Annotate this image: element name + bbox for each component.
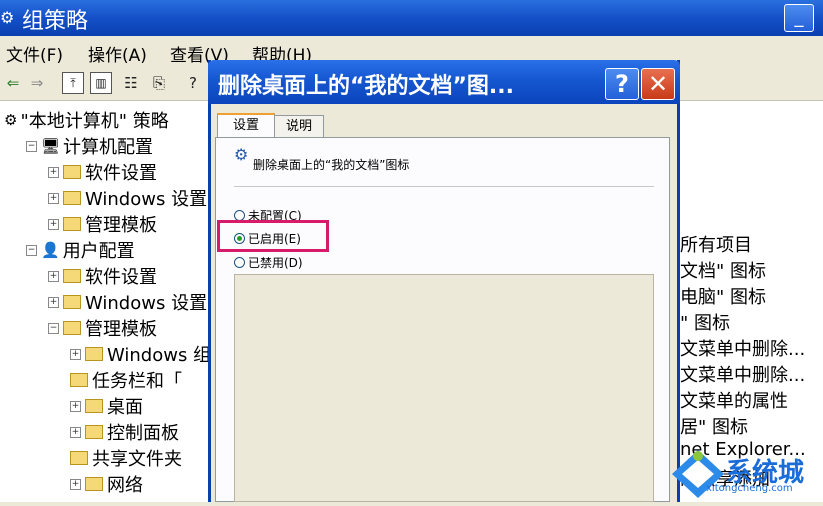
tree-item[interactable]: + Windows 组 [70, 341, 211, 367]
tree-item-label: 计算机配置 [63, 137, 154, 158]
tree-item[interactable]: 任务栏和「 [70, 367, 182, 393]
tree-item-label: 共享文件夹 [92, 449, 182, 470]
tab-settings[interactable]: 设置 [217, 113, 275, 137]
tree-item-label: 管理模板 [85, 215, 157, 236]
tree-item-label: 用户配置 [62, 241, 135, 262]
tree-item[interactable]: + 控制面板 [70, 419, 179, 445]
expand-icon[interactable]: + [70, 478, 81, 490]
collapse-icon[interactable]: − [26, 244, 37, 256]
divider [234, 186, 654, 187]
tree-item-label: 管理模板 [85, 319, 157, 340]
main-titlebar [0, 0, 823, 36]
folder-icon [85, 477, 103, 491]
tree-item[interactable]: + Windows 设置 [48, 289, 207, 315]
expand-icon[interactable]: + [48, 166, 59, 178]
setting-row[interactable]: 所有项目 [680, 231, 752, 257]
tree-item-label: 控制面板 [107, 423, 179, 444]
user-icon: 👤 [41, 241, 60, 259]
expand-icon[interactable]: + [48, 192, 59, 204]
folder-icon [63, 217, 81, 231]
menu-action[interactable]: 操作(A) [88, 41, 147, 66]
tree-item[interactable]: + Windows 设置 [48, 185, 207, 211]
expand-icon[interactable]: + [70, 348, 81, 360]
tree-item-label: 网络 [107, 475, 143, 496]
export-icon[interactable]: ⎘ [148, 72, 170, 94]
folder-icon [70, 373, 88, 387]
expand-icon[interactable]: + [70, 426, 81, 438]
folder-icon [63, 165, 81, 179]
show-tree-icon[interactable]: ▥ [90, 72, 112, 94]
expand-icon[interactable]: + [48, 296, 59, 308]
tree-item-label: Windows 设置 [85, 293, 208, 314]
dialog-title: 删除桌面上的“我的文档”图... [218, 74, 514, 99]
dialog-help-button[interactable]: ? [605, 68, 639, 100]
forward-icon[interactable]: ⇒ [26, 72, 48, 94]
up-folder-icon[interactable]: ⤒ [62, 72, 84, 94]
computer-icon: 🖥 [41, 137, 61, 155]
expand-icon[interactable]: + [70, 400, 81, 412]
tree-item-label: 任务栏和「 [92, 371, 182, 392]
tree-item[interactable]: + 管理模板 [48, 211, 157, 237]
setting-row[interactable]: " 图标 [680, 309, 730, 335]
minimize-button[interactable]: _ [784, 4, 814, 32]
setting-row[interactable]: 文菜单中删除... [680, 335, 805, 361]
tree-pane: ⚙ "本地计算机" 策略 − 🖥 计算机配置 + 软件设置 + Windows 设置 + 管理模板 −… [0, 101, 211, 502]
expand-icon[interactable]: + [48, 270, 59, 282]
tree-item[interactable]: + 软件设置 [48, 159, 157, 185]
gpedit-icon: ⚙ [0, 8, 15, 27]
tree-item[interactable]: − 🖥 计算机配置 [26, 133, 153, 159]
radio-circle [234, 257, 245, 268]
setting-row[interactable]: 文档" 图标 [680, 257, 766, 283]
folder-icon [85, 347, 103, 361]
help-icon[interactable]: ? [182, 72, 204, 94]
folder-icon [63, 191, 81, 205]
policy-name: 删除桌面上的“我的文档”图标 [253, 158, 410, 172]
collapse-icon[interactable]: − [48, 322, 59, 334]
tree-item[interactable]: + 软件设置 [48, 263, 157, 289]
settings-list-pane: 所有项目 文档" 图标 电脑" 图标 " 图标 文菜单中删除... 文菜单中删除... 文菜… [680, 101, 823, 502]
tab-explain[interactable]: 说明 [274, 115, 324, 137]
folder-icon [63, 295, 81, 309]
tree-item-label: 软件设置 [85, 163, 157, 184]
setting-row[interactable]: 文菜单中删除... [680, 361, 805, 387]
menu-file[interactable]: 文件(F) [6, 41, 63, 66]
folder-icon [63, 321, 81, 335]
tree-item-label: Windows 设置 [85, 189, 208, 210]
setting-row[interactable]: 电脑" 图标 [680, 283, 766, 309]
tree-item[interactable]: 共享文件夹 [70, 445, 182, 471]
tree-item[interactable]: + 桌面 [70, 393, 143, 419]
tree-item-label: 桌面 [107, 397, 143, 418]
radio-disabled[interactable]: 已禁用(D) [234, 254, 303, 271]
options-area [234, 274, 654, 502]
folder-icon [85, 425, 103, 439]
tree-item[interactable]: − 👤 用户配置 [26, 237, 135, 263]
tree-item[interactable]: + 网络 [70, 471, 143, 497]
setting-row[interactable]: 文菜单的属性 [680, 387, 788, 413]
policy-icon: ⚙ [4, 111, 18, 129]
highlight-box [217, 220, 329, 252]
folder-icon [63, 269, 81, 283]
tree-item-label: "本地计算机" 策略 [20, 111, 169, 132]
watermark-url: xitongcheng.com [706, 483, 793, 494]
policy-setting-icon: ⚙ [234, 145, 249, 164]
tree-item[interactable]: ⚙ "本地计算机" 策略 [4, 107, 169, 133]
back-icon[interactable]: ⇐ [2, 72, 24, 94]
window-title: 组策略 [22, 9, 89, 34]
tree-item-label: 软件设置 [85, 267, 157, 288]
tree-item[interactable]: − 管理模板 [48, 315, 157, 341]
setting-row[interactable]: 居" 图标 [680, 413, 748, 439]
collapse-icon[interactable]: − [26, 140, 37, 152]
folder-icon [85, 399, 103, 413]
expand-icon[interactable]: + [48, 218, 59, 230]
tree-item-label: Windows 组 [107, 345, 212, 366]
properties-icon[interactable]: ☷ [120, 72, 142, 94]
folder-icon [70, 451, 88, 465]
radio-label: 已禁用(D) [248, 256, 303, 270]
dialog-close-button[interactable]: ✕ [641, 68, 675, 100]
